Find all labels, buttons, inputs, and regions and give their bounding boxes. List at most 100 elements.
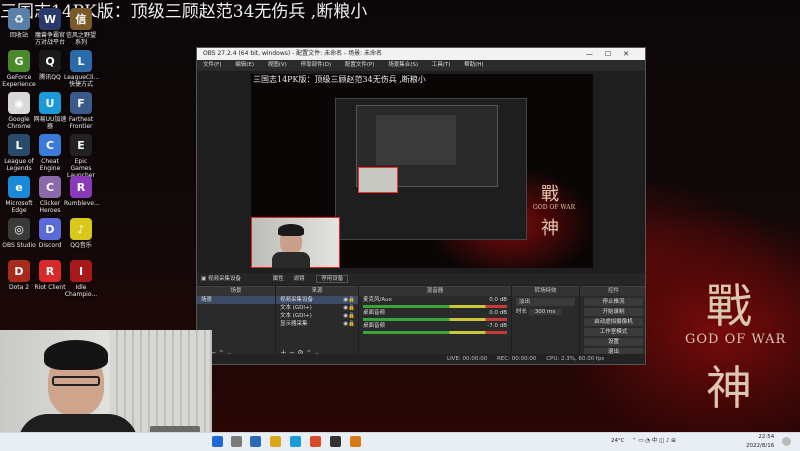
app-icon: C — [39, 176, 61, 198]
start-icon[interactable] — [212, 436, 223, 447]
desktop-icon[interactable]: ◎ OBS Studio — [2, 218, 36, 249]
obs-preview[interactable]: 三国志14PK版：顶级三顾赵范34无伤兵 ,断粮小 戰 GOD OF WAR 神 — [251, 74, 593, 268]
controls-header: 控件 — [580, 287, 645, 296]
desktop-icon[interactable]: L League of Legends — [2, 134, 36, 172]
desktop-icon-label: QQ音乐 — [70, 242, 92, 249]
source-item[interactable]: 文本 (GDI+) ◉🔒 — [276, 304, 358, 312]
properties-button[interactable]: 属性 — [273, 276, 284, 282]
settings-button[interactable]: 设置 — [584, 338, 643, 346]
desktop-icon-label: Dota 2 — [8, 284, 30, 291]
menu-help[interactable]: 帮助(H) — [464, 62, 483, 68]
mixer-channel-2: 桌面音频 0.0 dB — [363, 310, 507, 316]
obs-window[interactable]: OBS 27.2.4 (64 bit, windows) - 配置文件: 未命名… — [196, 47, 646, 365]
streamer-hair — [44, 340, 108, 370]
desktop-icon[interactable]: I Idle Champio... — [64, 260, 98, 298]
desktop-icon-label: League of Legends — [4, 158, 34, 172]
desktop-icon-label: Idle Champio... — [64, 284, 98, 298]
desktop-icon[interactable]: D Discord — [33, 218, 67, 249]
app-icon: G — [8, 50, 30, 72]
menu-edit[interactable]: 编辑(E) — [235, 62, 254, 68]
app-icon: L — [70, 50, 92, 72]
task-view-icon[interactable] — [250, 436, 261, 447]
preview-logo-cn: 戰 — [541, 184, 559, 205]
preview-nested-obs — [335, 98, 527, 240]
app-icon: R — [70, 176, 92, 198]
source-item[interactable]: 显示器采集 ◉🔒 — [276, 320, 358, 328]
mixer-channel-3: 桌面音频 -7.0 dB — [363, 323, 507, 329]
clock[interactable]: 22:54 2022/8/16 — [746, 433, 774, 451]
desktop-icon-label: Farthest Frontier — [68, 116, 94, 130]
preview-webcam-source[interactable] — [251, 217, 340, 268]
desktop-icon-label: LeagueCli... 快捷方式 — [64, 74, 100, 88]
app-icon: ◉ — [8, 92, 30, 114]
scene-item[interactable]: 场景 — [197, 296, 275, 304]
desktop-icon[interactable]: R Riot Client — [33, 260, 67, 291]
obs-icon[interactable] — [330, 436, 341, 447]
app-icon: U — [39, 92, 61, 114]
source-item[interactable]: 文本 (GDI+) ◉🔒 — [276, 312, 358, 320]
file-explorer-icon[interactable] — [270, 436, 281, 447]
desktop-icon[interactable]: e Microsoft Edge — [2, 176, 36, 214]
desktop-icon[interactable]: 信信风之野望系列 — [64, 8, 98, 46]
studio-mode-button[interactable]: 工作室模式 — [584, 328, 643, 336]
menu-profile[interactable]: 配置文件(P) — [345, 62, 375, 68]
app-icon: ♻ — [8, 8, 30, 30]
stop-streaming-button[interactable]: 停止推流 — [584, 298, 643, 306]
notification-icon[interactable] — [782, 437, 791, 446]
sources-dock: 来源 视频采集设备 ◉🔒 文本 (GDI+) ◉🔒 文本 (GDI+) ◉🔒 显示器采… — [276, 286, 358, 360]
menu-docks[interactable]: 停靠部件(D) — [301, 62, 332, 68]
app-icon[interactable] — [350, 436, 361, 447]
desktop-icon[interactable]: D Dota 2 — [2, 260, 36, 291]
menu-scene-collection[interactable]: 场景集合(S) — [388, 62, 418, 68]
mixer-meter-1[interactable] — [363, 305, 507, 308]
source-item[interactable]: 视频采集设备 ◉🔒 — [276, 296, 358, 304]
desktop-icon[interactable]: C Clicker Heroes — [33, 176, 67, 214]
desktop-icon-label: Rumbleve... — [64, 200, 100, 207]
desktop-icon-label: 网易UU加速器 — [33, 116, 67, 130]
obs-menu-bar: 文件(F) 编辑(E) 视图(V) 停靠部件(D) 配置文件(P) 场景集合(S… — [197, 60, 645, 71]
desktop-icon[interactable]: ♪ QQ音乐 — [64, 218, 98, 249]
desktop-icon[interactable]: R Rumbleve... — [64, 176, 100, 207]
desktop-icon-label: Riot Client — [34, 284, 66, 291]
weather-temp[interactable]: 24°C — [611, 437, 625, 446]
app-icon: D — [39, 218, 61, 240]
preview-logo-en: GOD OF WAR — [533, 204, 576, 211]
app-icon: F — [70, 92, 92, 114]
start-recording-button[interactable]: 开始录制 — [584, 308, 643, 316]
desktop-icon[interactable]: Q 腾讯QQ — [33, 50, 67, 81]
desktop-icon[interactable]: G GeForce Experience — [2, 50, 36, 88]
desktop-icon[interactable]: L LeagueCli... 快捷方式 — [64, 50, 100, 88]
preview-title-overlay: 三国志14PK版：顶级三顾赵范34无伤兵 ,断粮小 — [253, 75, 426, 84]
wallpaper-logo-en: GOD OF WAR — [685, 332, 787, 347]
desktop-icon[interactable]: F Farthest Frontier — [64, 92, 98, 130]
desktop-icon[interactable]: W 魔兽争霸官方对战平台 — [33, 8, 67, 46]
chrome-icon[interactable] — [310, 436, 321, 447]
transition-select[interactable]: 淡出 — [516, 298, 575, 306]
search-icon[interactable] — [231, 436, 242, 447]
desktop-icon[interactable]: U 网易UU加速器 — [33, 92, 67, 130]
app-icon: ♪ — [70, 218, 92, 240]
deactivate-device-button[interactable]: 停用设备 — [316, 275, 349, 283]
desktop-icon[interactable]: ♻ 回收站 — [2, 8, 36, 39]
mixer-meter-3[interactable] — [363, 331, 507, 334]
tray-icons[interactable]: ⌃ ▭ ◔ 中 ◫ ♪ ⊞ — [632, 437, 676, 446]
app-icon: R — [39, 260, 61, 282]
eye-icon: ◉🔒 — [343, 321, 355, 327]
preview-logo-cn2: 神 — [541, 218, 559, 239]
window-buttons[interactable]: —☐✕ — [586, 48, 641, 60]
filters-button[interactable]: 滤镜 — [293, 276, 304, 282]
menu-view[interactable]: 视图(V) — [268, 62, 287, 68]
desktop-icon[interactable]: C Cheat Engine — [33, 134, 67, 172]
menu-tools[interactable]: 工具(T) — [432, 62, 451, 68]
transitions-dock: 转场特效 淡出 时长 300 ms — [512, 286, 579, 360]
desktop-icon[interactable]: EEpic Games Launcher — [64, 134, 98, 179]
start-virtual-camera-button[interactable]: 启动虚拟摄像机 — [584, 318, 643, 326]
desktop-icon-label: 魔兽争霸官方对战平台 — [34, 32, 65, 46]
menu-file[interactable]: 文件(F) — [203, 62, 221, 68]
app-icon: L — [8, 134, 30, 156]
obs-title-bar[interactable]: OBS 27.2.4 (64 bit, windows) - 配置文件: 未命名… — [197, 48, 645, 60]
mixer-meter-2[interactable] — [363, 318, 507, 321]
edge-icon[interactable] — [290, 436, 301, 447]
obs-window-title: OBS 27.2.4 (64 bit, windows) - 配置文件: 未命名… — [203, 50, 383, 57]
desktop-icon[interactable]: ◉ Google Chrome — [2, 92, 36, 130]
